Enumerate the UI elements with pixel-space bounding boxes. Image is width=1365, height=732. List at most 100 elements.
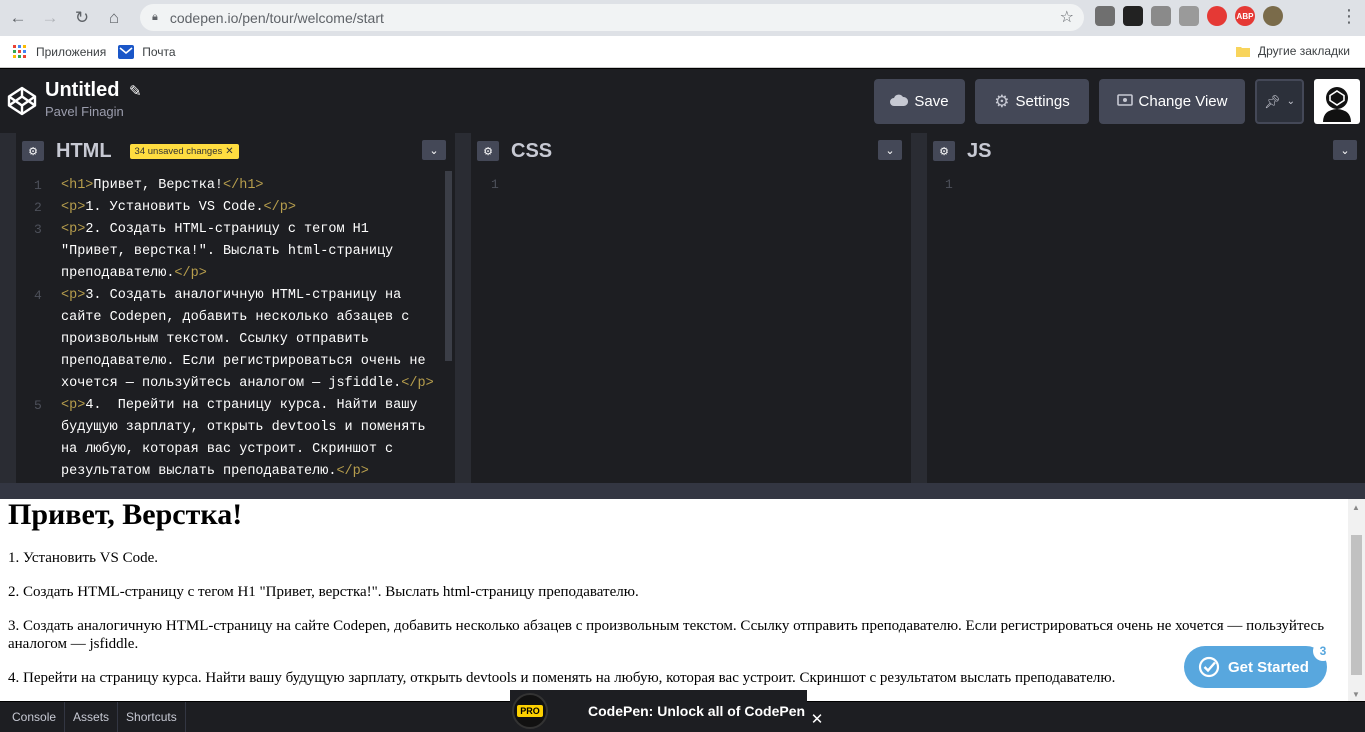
code-line[interactable]: 4 <p>3. Создать аналогичную HTML-страницу… xyxy=(16,285,436,395)
assets-button[interactable]: Assets xyxy=(65,701,119,732)
pen-title-text[interactable]: Untitled xyxy=(45,79,119,101)
edit-pencil-icon[interactable]: ✎ xyxy=(129,83,142,100)
ext-cube-icon[interactable] xyxy=(1123,6,1143,26)
save-button[interactable]: Save xyxy=(874,79,965,124)
preview-scrollbar[interactable]: ▲ ▼ xyxy=(1348,499,1365,701)
html-code-area[interactable]: 1 <h1>Привет, Верстка!</h1> 2 <p>1. Установ… xyxy=(16,169,455,483)
pin-button[interactable]: 📌︎ ⌄ xyxy=(1255,79,1304,124)
code-tag: <p> xyxy=(61,200,86,215)
code-line[interactable]: 2 <p>1. Установить VS Code.</p> xyxy=(16,197,436,219)
url-text[interactable]: codepen.io/pen/tour/welcome/start xyxy=(170,10,384,26)
back-arrow-icon[interactable]: ← xyxy=(4,4,32,32)
save-label: Save xyxy=(914,93,949,110)
result-preview: Привет, Верстка! 1. Установить VS Code. … xyxy=(0,483,1365,701)
code-tag: </p> xyxy=(401,376,434,391)
editors-area: ⚙ HTML 34 unsaved changes ✕ ⌄ 1 <h1>Приве… xyxy=(0,133,1365,483)
settings-button[interactable]: ⚙ Settings xyxy=(975,79,1089,124)
css-collapse-chevron-icon[interactable]: ⌄ xyxy=(878,140,902,160)
html-settings-gear-icon[interactable]: ⚙ xyxy=(22,141,44,161)
js-collapse-chevron-icon[interactable]: ⌄ xyxy=(1333,140,1357,160)
ext-shield-icon[interactable] xyxy=(1151,6,1171,26)
line-number: 1 xyxy=(34,178,42,193)
code-text: 1. Установить VS Code. xyxy=(85,200,264,215)
avatar-icon xyxy=(1317,81,1357,122)
js-settings-gear-icon[interactable]: ⚙ xyxy=(933,141,955,161)
editor-resizer-1[interactable] xyxy=(455,133,471,483)
code-line[interactable]: 3 <p>2. Создать HTML-страницу с тегом H1 … xyxy=(16,219,436,285)
address-bar[interactable]: 🔒︎ codepen.io/pen/tour/welcome/start ☆ xyxy=(140,4,1084,31)
ext-abp-icon[interactable]: ABP xyxy=(1235,6,1255,26)
browser-menu-icon[interactable]: ⋮ xyxy=(1340,6,1358,26)
bookmark-mail-label: Почта xyxy=(142,44,176,59)
pen-author[interactable]: Pavel Finagin xyxy=(45,104,124,119)
reload-icon[interactable]: ↻ xyxy=(68,4,96,32)
pro-badge-text: PRO xyxy=(517,704,543,717)
preview-paragraph-2: 2. Создать HTML-страницу с тегом H1 "При… xyxy=(8,584,639,600)
pro-promo-banner[interactable]: PRO CodePen: Unlock all of CodePen xyxy=(510,690,807,731)
scroll-down-arrow-icon[interactable]: ▼ xyxy=(1352,690,1360,699)
css-code-area[interactable]: 1 xyxy=(471,169,911,483)
change-view-button[interactable]: Change View xyxy=(1099,79,1245,124)
bookmark-mail[interactable]: Почта xyxy=(118,44,176,60)
close-badge-icon[interactable]: ✕ xyxy=(225,146,233,157)
user-avatar[interactable] xyxy=(1314,79,1360,124)
js-code-area[interactable]: 1 xyxy=(927,169,1365,483)
ext-record-icon[interactable] xyxy=(1207,6,1227,26)
unsaved-changes-text: 34 unsaved changes xyxy=(134,145,223,157)
code-tag: </h1> xyxy=(223,178,264,193)
code-text: 3. Создать аналогичную HTML-страницу на … xyxy=(61,288,434,391)
console-button[interactable]: Console xyxy=(0,701,66,732)
shortcuts-button[interactable]: Shortcuts xyxy=(118,701,186,732)
bookmark-apps-label: Приложения xyxy=(36,44,107,59)
css-settings-gear-icon[interactable]: ⚙ xyxy=(477,141,499,161)
code-line[interactable]: 1 <h1>Привет, Верстка!</h1> xyxy=(16,175,436,197)
code-line[interactable]: 5 <p>4. Перейти на страницу курса. Найти … xyxy=(16,395,436,483)
html-editor: ⚙ HTML 34 unsaved changes ✕ ⌄ 1 <h1>Приве… xyxy=(16,133,455,483)
pin-icon: 📌︎ xyxy=(1264,93,1281,109)
ext-gear-icon[interactable] xyxy=(1095,6,1115,26)
line-number: 5 xyxy=(34,398,42,413)
change-view-label: Change View xyxy=(1138,93,1228,110)
code-tag: <p> xyxy=(61,288,86,303)
html-editor-scrollbar[interactable] xyxy=(445,171,452,361)
codepen-header: Untitled ✎ Pavel Finagin Save ⚙ Settings… xyxy=(0,68,1365,133)
check-circle-icon xyxy=(1198,656,1220,678)
preview-scroll-thumb[interactable] xyxy=(1351,535,1362,675)
settings-label: Settings xyxy=(1015,93,1070,110)
bookmark-star-icon[interactable]: ☆ xyxy=(1060,7,1074,27)
chevron-down-icon: ⌄ xyxy=(1286,96,1295,107)
css-editor-title: CSS xyxy=(511,139,553,162)
scroll-up-arrow-icon[interactable]: ▲ xyxy=(1352,503,1360,512)
js-editor: ⚙ JS ⌄ 1 xyxy=(927,133,1365,483)
folder-icon xyxy=(1236,44,1250,58)
view-icon xyxy=(1116,93,1133,110)
codepen-logo-icon[interactable] xyxy=(6,85,38,117)
forward-arrow-icon[interactable]: → xyxy=(36,4,64,32)
preview-heading: Привет, Верстка! xyxy=(8,499,243,531)
other-bookmarks[interactable]: Другие закладки xyxy=(1236,44,1350,58)
promo-close-icon[interactable]: ✕ xyxy=(807,708,827,730)
code-tag: <p> xyxy=(61,398,86,413)
js-line-number: 1 xyxy=(945,177,953,192)
preview-content: Привет, Верстка! 1. Установить VS Code. … xyxy=(0,499,1348,701)
code-tag: <p> xyxy=(61,222,86,237)
home-icon[interactable]: ⌂ xyxy=(100,4,128,32)
editor-resizer-2[interactable] xyxy=(911,133,927,483)
html-collapse-chevron-icon[interactable]: ⌄ xyxy=(422,140,446,160)
get-started-button[interactable]: Get Started xyxy=(1184,646,1327,688)
bookmark-apps[interactable]: Приложения xyxy=(12,44,106,60)
mail-icon xyxy=(118,44,135,60)
line-number: 2 xyxy=(34,200,42,215)
promo-text[interactable]: CodePen: Unlock all of CodePen xyxy=(588,703,805,719)
pen-title[interactable]: Untitled ✎ xyxy=(45,79,142,102)
unsaved-changes-badge[interactable]: 34 unsaved changes ✕ xyxy=(129,143,239,159)
line-number: 3 xyxy=(34,222,42,237)
code-text: Привет, Верстка! xyxy=(93,178,224,193)
css-editor-header: ⚙ CSS ⌄ xyxy=(471,133,911,169)
ext-user-icon[interactable] xyxy=(1179,6,1199,26)
line-number: 4 xyxy=(34,288,42,303)
css-line-number: 1 xyxy=(491,177,499,192)
code-tag: </p> xyxy=(263,200,296,215)
get-started-label: Get Started xyxy=(1228,658,1309,676)
ext-profile-icon[interactable] xyxy=(1263,6,1283,26)
